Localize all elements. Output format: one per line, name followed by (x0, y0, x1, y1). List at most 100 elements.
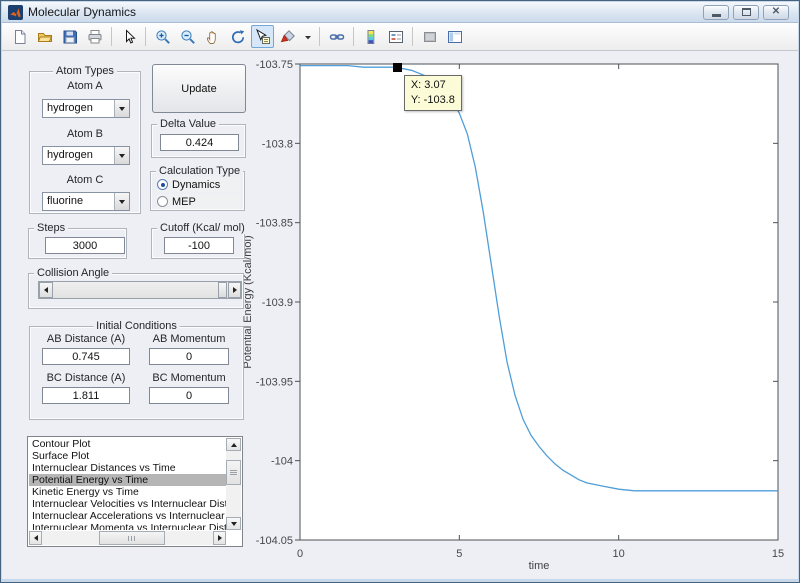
list-item[interactable]: Internuclear Momenta vs Internuclear Dis… (29, 522, 226, 530)
list-item[interactable]: Internuclear Distances vs Time (29, 462, 226, 474)
calculation-type-panel: Calculation Type Dynamics MEP (150, 165, 245, 211)
plot-type-listbox[interactable]: Contour Plot Surface Plot Internuclear Dis… (27, 436, 243, 547)
horizontal-scroll-thumb[interactable] (99, 531, 165, 545)
zoom-out-icon (180, 29, 195, 44)
insert-colorbar-button[interactable] (359, 25, 382, 48)
list-item[interactable]: Potential Energy vs Time (29, 474, 226, 486)
left-arrow-icon (44, 287, 48, 293)
panel-title: Initial Conditions (93, 320, 180, 332)
link-plots-button[interactable] (325, 25, 348, 48)
radio-icon (157, 196, 168, 207)
atom-a-value: hydrogen (47, 102, 93, 114)
atom-c-label: Atom C (66, 174, 104, 186)
up-arrow-icon (230, 442, 237, 447)
atom-c-value: fluorine (47, 195, 84, 207)
list-item[interactable]: Surface Plot (29, 450, 226, 462)
slider-thumb[interactable] (218, 282, 227, 298)
pan-button[interactable] (201, 25, 224, 48)
print-button[interactable] (83, 25, 106, 48)
scroll-left-button[interactable] (29, 531, 42, 545)
update-button[interactable]: Update (152, 64, 246, 113)
titlebar[interactable]: Molecular Dynamics ✕ (2, 2, 798, 23)
panel-title: Collision Angle (34, 267, 113, 279)
atom-types-panel: Atom Types Atom A hydrogen Atom B hydrog… (29, 65, 141, 214)
vertical-scroll-thumb[interactable] (226, 460, 241, 485)
zoom-in-button[interactable] (151, 25, 174, 48)
list-item[interactable]: Kinetic Energy vs Time (29, 486, 226, 498)
list-item[interactable]: Internuclear Velocities vs Internuclear … (29, 498, 226, 510)
ab-distance-field[interactable] (42, 348, 130, 365)
insert-colorbar-icon (367, 29, 374, 44)
panel-title: Atom Types (53, 65, 117, 77)
right-arrow-icon (232, 287, 237, 293)
datatip-x: X: 3.07 (410, 78, 446, 91)
dropdown-arrow-icon[interactable] (114, 147, 129, 164)
ab-momentum-field[interactable] (149, 348, 229, 365)
slider-left-arrow[interactable] (39, 282, 53, 298)
scroll-right-button[interactable] (213, 531, 226, 545)
vertical-scrollbar[interactable] (226, 438, 241, 530)
steps-field[interactable] (45, 237, 125, 254)
dropdown-arrow-icon[interactable] (114, 100, 129, 117)
pointer-button[interactable] (117, 25, 140, 48)
close-button[interactable]: ✕ (763, 4, 789, 20)
datatip-y: Y: -103.8 (410, 93, 455, 106)
atom-b-dropdown[interactable]: hydrogen (42, 146, 130, 165)
rotate-3d-button[interactable] (226, 25, 249, 48)
matlab-logo-icon (8, 4, 23, 20)
scroll-down-button[interactable] (226, 517, 241, 530)
open-file-button[interactable] (33, 25, 56, 48)
atom-c-dropdown[interactable]: fluorine (42, 192, 130, 211)
datatip-box[interactable]: X: 3.07 Y: -103.8 (403, 74, 462, 111)
toolbar-separator (111, 27, 112, 46)
panel-title: Cutoff (Kcal/ mol) (157, 222, 248, 234)
radio-dynamics[interactable]: Dynamics (157, 177, 240, 192)
zoom-out-button[interactable] (176, 25, 199, 48)
maximize-button[interactable] (733, 4, 759, 20)
zoom-in-icon (155, 29, 170, 44)
save-button[interactable] (58, 25, 81, 48)
brush-button[interactable] (276, 25, 299, 48)
slider-right-arrow[interactable] (228, 282, 241, 298)
toolbar-separator (319, 27, 320, 46)
brush-dropdown-button[interactable] (301, 25, 314, 48)
toolbar-separator (353, 27, 354, 46)
cutoff-field[interactable] (164, 237, 234, 254)
hide-plot-tools-icon (423, 31, 436, 42)
data-cursor-button[interactable] (251, 25, 274, 48)
panel-title: Delta Value (157, 118, 220, 130)
insert-legend-button[interactable] (384, 25, 407, 48)
brush-icon (280, 29, 295, 42)
show-plot-tools-button[interactable] (443, 25, 466, 48)
show-plot-tools-icon (447, 30, 462, 43)
listbox-items: Contour Plot Surface Plot Internuclear Dis… (29, 438, 226, 530)
list-item[interactable]: Contour Plot (29, 438, 226, 450)
atom-a-dropdown[interactable]: hydrogen (42, 99, 130, 118)
datatip-marker[interactable] (393, 63, 403, 73)
bc-momentum-field[interactable] (149, 387, 229, 404)
bc-distance-field[interactable] (42, 387, 130, 404)
collision-angle-slider[interactable] (38, 281, 242, 299)
pan-icon (206, 30, 216, 44)
print-icon (88, 29, 101, 43)
ab-distance-label: AB Distance (A) (46, 333, 126, 345)
data-cursor-icon (255, 28, 270, 44)
minimize-button[interactable] (703, 4, 729, 20)
horizontal-scrollbar[interactable] (29, 531, 226, 545)
app-window: Molecular Dynamics ✕ 0 5 10 15 -103.75 -103.8… (0, 0, 800, 583)
link-plots-icon (329, 33, 344, 40)
delta-value-field[interactable] (160, 134, 239, 151)
radio-icon (157, 179, 168, 190)
radio-mep[interactable]: MEP (157, 194, 240, 209)
list-item[interactable]: Internuclear Accelerations vs Internucle… (29, 510, 226, 522)
new-document-button[interactable] (8, 25, 31, 48)
scroll-up-button[interactable] (226, 438, 241, 451)
hide-plot-tools-button[interactable] (418, 25, 441, 48)
radio-label: MEP (172, 195, 196, 208)
pointer-icon (125, 28, 136, 44)
toolbar-separator (412, 27, 413, 46)
radio-label: Dynamics (172, 178, 221, 191)
panel-title: Steps (34, 222, 69, 234)
thumb-grip (230, 470, 237, 475)
dropdown-arrow-icon[interactable] (114, 193, 129, 210)
